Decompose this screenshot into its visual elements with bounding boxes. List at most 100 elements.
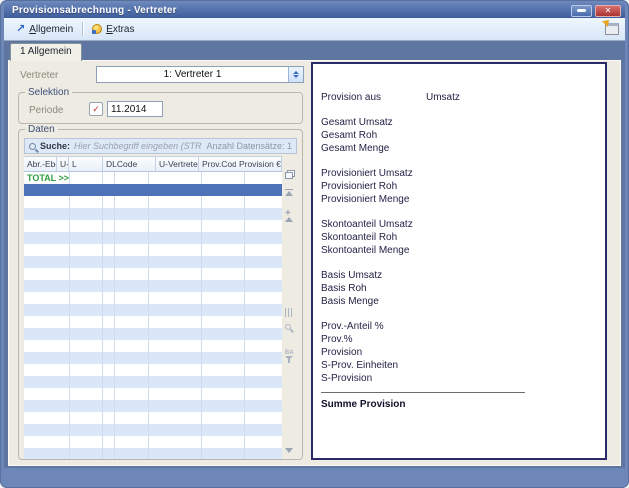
table-body: TOTAL >> (24, 172, 282, 460)
table-row[interactable] (24, 376, 282, 388)
table-row[interactable] (24, 352, 282, 364)
summary-row: Gesamt Roh (321, 130, 595, 142)
table-row[interactable] (24, 436, 282, 448)
search-bar[interactable]: Suche: Anzahl Datensätze: 1 (24, 138, 297, 154)
summary-label: Provisioniert Menge (321, 194, 426, 206)
table-row[interactable] (24, 184, 282, 196)
summary-label: Provision aus (321, 92, 426, 104)
menu-item-allgemein[interactable]: ↗ Allgemein (10, 22, 79, 37)
column-chooser-icon[interactable] (285, 172, 293, 179)
table-row[interactable] (24, 304, 282, 316)
summary-label: Prov.% (321, 334, 426, 346)
summary-panel: Provision aus Umsatz Gesamt Umsatz Gesam… (311, 62, 607, 460)
summary-label: Skontoanteil Roh (321, 232, 426, 244)
summary-row: Provisioniert Roh (321, 181, 595, 193)
extras-icon (92, 24, 102, 34)
search-icon (29, 143, 36, 150)
table-row[interactable] (24, 412, 282, 424)
table-row[interactable] (24, 232, 282, 244)
summary-row: Skontoanteil Menge (321, 245, 595, 257)
selektion-group: Selektion Periode ✓ (18, 87, 303, 124)
scroll-top-icon[interactable] (285, 188, 293, 196)
table-row[interactable] (24, 196, 282, 208)
summary-label: Provision (321, 347, 426, 359)
summary-value: Umsatz (426, 92, 460, 104)
tab-allgemein[interactable]: 1 Allgemein (10, 43, 82, 61)
table-row[interactable] (24, 256, 282, 268)
summary-row: Prov.-Anteil % (321, 321, 595, 333)
search-input[interactable] (74, 141, 202, 151)
table-row[interactable] (24, 424, 282, 436)
spinner-updown-icon[interactable] (288, 67, 303, 82)
table-row[interactable] (24, 220, 282, 232)
periode-label: Periode (29, 105, 63, 116)
table-row[interactable] (24, 340, 282, 352)
table-row[interactable] (24, 364, 282, 376)
summary-row: Skontoanteil Umsatz (321, 219, 595, 231)
filter-icon[interactable] (285, 356, 293, 360)
close-button[interactable]: ✕ (595, 5, 621, 17)
summary-label: S-Provision (321, 373, 426, 385)
table-row[interactable] (24, 328, 282, 340)
column-header[interactable]: Prov.Code (199, 157, 236, 171)
calendar-edit-icon[interactable]: ✓ (89, 102, 103, 116)
record-count: Anzahl Datensätze: 1 (206, 141, 292, 151)
periode-input[interactable] (107, 101, 163, 117)
detach-window-icon[interactable] (605, 23, 619, 35)
column-header[interactable]: Abr.-Ebene (24, 157, 57, 171)
summary-rows: Provision aus Umsatz Gesamt Umsatz Gesam… (321, 92, 595, 385)
summary-label: Skontoanteil Umsatz (321, 219, 426, 231)
summary-row: Provisioniert Menge (321, 194, 595, 206)
zoom-icon[interactable] (285, 324, 291, 330)
table-row[interactable] (24, 448, 282, 460)
vertreter-value: 1: Vertreter 1 (97, 67, 288, 82)
selektion-group-title: Selektion (25, 87, 72, 98)
grid-side-toolbar: + BA + (282, 156, 298, 460)
commission-grid: Abr.-EbeneU-PeriodeLDLCodeU-VertreterPro… (24, 156, 298, 460)
summary-row: Provision aus Umsatz (321, 92, 595, 104)
app-window: Provisionsabrechnung - Vertreter ✕ ↗ All… (0, 0, 629, 488)
vertreter-label: Vertreter (20, 70, 58, 81)
table-row[interactable] (24, 400, 282, 412)
summary-divider (321, 392, 525, 393)
minimize-button[interactable] (571, 5, 592, 17)
table-row[interactable] (24, 280, 282, 292)
column-header[interactable]: U-Periode (57, 157, 69, 171)
summary-label: Gesamt Umsatz (321, 117, 426, 129)
arrow-up-right-icon: ↗ (16, 24, 25, 35)
titlebar: Provisionsabrechnung - Vertreter ✕ (4, 3, 625, 18)
main-area: 1 Allgemein Vertreter 1: Vertreter 1 Sel… (4, 41, 625, 468)
vertreter-combobox[interactable]: 1: Vertreter 1 (96, 66, 304, 83)
column-header[interactable]: U-Vertreter (156, 157, 199, 171)
table-row[interactable] (24, 388, 282, 400)
summary-row: S-Provision (321, 373, 595, 385)
summary-row: Gesamt Menge (321, 143, 595, 155)
summary-label: Basis Umsatz (321, 270, 426, 282)
summary-row: Provisioniert Umsatz (321, 168, 595, 180)
column-header[interactable]: L (69, 157, 103, 171)
summary-row: Basis Umsatz (321, 270, 595, 282)
daten-group-title: Daten (25, 124, 58, 135)
table-row[interactable]: TOTAL >> (24, 172, 282, 184)
menu-item-extras[interactable]: Extras (86, 22, 140, 37)
columns-icon[interactable] (285, 308, 293, 317)
table-row[interactable] (24, 268, 282, 280)
search-label: Suche: (40, 141, 70, 151)
scroll-down-icon[interactable] (285, 448, 293, 453)
summary-row: Skontoanteil Roh (321, 232, 595, 244)
column-header[interactable]: Provision € (236, 157, 282, 171)
scroll-up-icon[interactable] (285, 217, 293, 222)
menu-label-extras: Extras (106, 24, 134, 35)
summary-row: Prov.% (321, 334, 595, 346)
summary-label: Basis Roh (321, 283, 426, 295)
summary-label: Basis Menge (321, 296, 426, 308)
close-icon: ✕ (605, 7, 612, 15)
table-row[interactable] (24, 244, 282, 256)
column-header[interactable]: DLCode (103, 157, 156, 171)
summary-row: Gesamt Umsatz (321, 117, 595, 129)
table-row[interactable] (24, 316, 282, 328)
content-panel: Vertreter 1: Vertreter 1 Selektion Perio… (8, 60, 621, 466)
table-row[interactable] (24, 208, 282, 220)
summary-label: Provisioniert Roh (321, 181, 426, 193)
table-row[interactable] (24, 292, 282, 304)
